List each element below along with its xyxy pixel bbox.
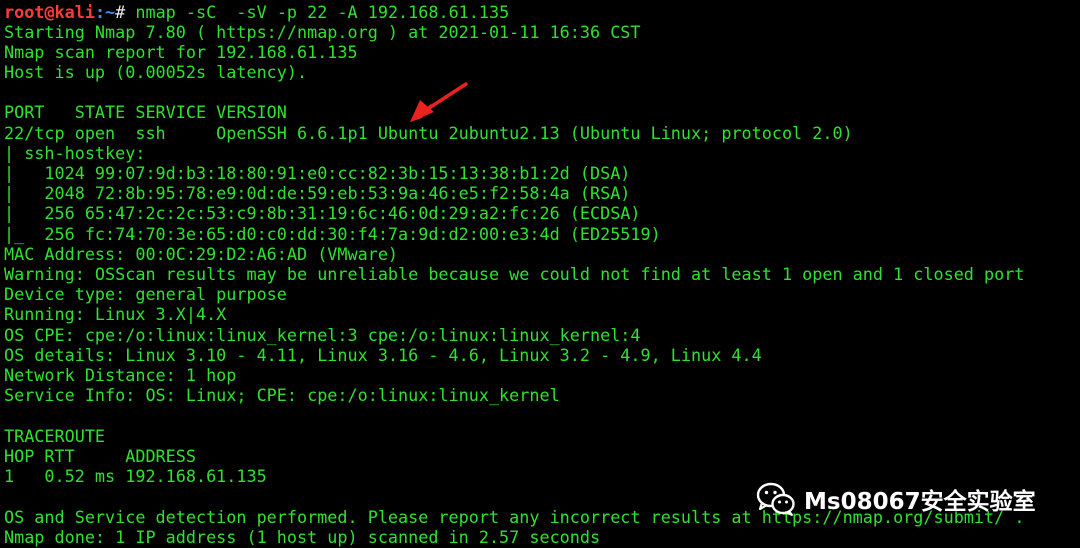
output-line: Host is up (0.00052s latency). — [4, 62, 308, 82]
command-prompt-line: root@kali:~# nmap -sC -sV -p 22 -A 192.1… — [4, 2, 509, 22]
output-line: |_ 256 fc:74:70:3e:65:d0:c0:dd:30:f4:7a:… — [4, 224, 661, 244]
output-line: OS details: Linux 3.10 - 4.11, Linux 3.1… — [4, 345, 762, 365]
output-line: 1 0.52 ms 192.168.61.135 — [4, 466, 267, 486]
red-arrow-icon — [410, 82, 468, 122]
output-line: OS CPE: cpe:/o:linux:linux_kernel:3 cpe:… — [4, 325, 641, 345]
watermark-text: Ms08067安全实验室 — [804, 489, 1036, 515]
output-line: PORT STATE SERVICE VERSION — [4, 102, 287, 122]
prompt-path: :~ — [94, 2, 116, 22]
output-line: | 1024 99:07:9d:b3:18:80:91:e0:cc:82:3b:… — [4, 163, 631, 183]
output-line: Nmap done: 1 IP address (1 host up) scan… — [4, 527, 601, 547]
output-line: | ssh-hostkey: — [4, 143, 156, 163]
output-line: Warning: OSScan results may be unreliabl… — [4, 264, 1025, 284]
output-line: MAC Address: 00:0C:29:D2:A6:AD (VMware) — [4, 244, 399, 264]
output-line: Service Info: OS: Linux; CPE: cpe:/o:lin… — [4, 385, 560, 405]
wechat-icon — [756, 482, 795, 516]
watermark: Ms08067安全实验室 — [756, 478, 1076, 520]
output-line: Nmap scan report for 192.168.61.135 — [4, 42, 358, 62]
output-line: Network Distance: 1 hop — [4, 365, 237, 385]
output-line: Starting Nmap 7.80 ( https://nmap.org ) … — [4, 22, 641, 42]
output-line: Device type: general purpose — [4, 284, 287, 304]
prompt-symbol: # — [115, 2, 136, 22]
prompt-command: nmap -sC -sV -p 22 -A 192.168.61.135 — [135, 2, 510, 22]
output-line: HOP RTT ADDRESS — [4, 446, 196, 466]
output-line: | 256 65:47:2c:2c:53:c9:8b:31:19:6c:46:0… — [4, 203, 641, 223]
prompt-user-host: root@kali — [4, 2, 95, 22]
output-line: Running: Linux 3.X|4.X — [4, 304, 227, 324]
output-line: | 2048 72:8b:95:78:e9:0d:de:59:eb:53:9a:… — [4, 183, 631, 203]
terminal-window[interactable]: root@kali:~# nmap -sC -sV -p 22 -A 192.1… — [0, 0, 1080, 548]
output-line: TRACEROUTE — [4, 426, 106, 446]
